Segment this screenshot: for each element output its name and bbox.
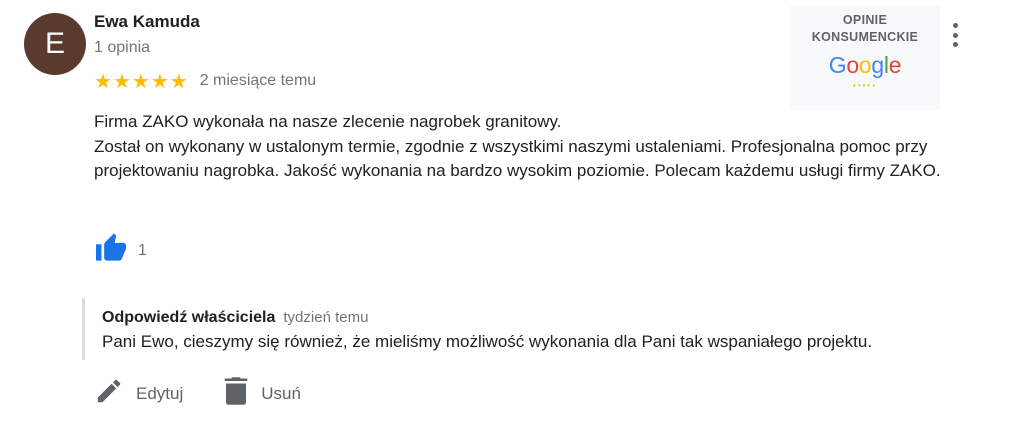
review-text: Firma ZAKO wykonała na nasze zlecenie na… (94, 110, 974, 184)
pencil-icon (94, 376, 124, 411)
reply-text: Pani Ewo, cieszymy się również, że mieli… (102, 332, 873, 351)
reviewer-name[interactable]: Ewa Kamuda (94, 12, 200, 32)
edit-label: Edytuj (136, 383, 184, 403)
star-icon: ★ (112, 69, 131, 93)
like-button[interactable]: 1 (94, 232, 147, 267)
consumer-reviews-badge: OPINIE KONSUMENCKIE Google ••••• (790, 6, 940, 110)
like-count: 1 (138, 241, 147, 259)
star-icon: ★ (94, 69, 112, 93)
badge-title: OPINIE KONSUMENCKIE (790, 12, 940, 46)
more-options-icon[interactable] (944, 20, 966, 50)
star-icon: ★ (131, 69, 150, 93)
review-count: 1 opinia (94, 39, 151, 56)
star-rating: ★ ★ ★ ★ ★ (94, 71, 188, 91)
badge-dots: ••••• (852, 81, 877, 90)
star-icon: ★ (150, 69, 169, 93)
owner-reply: Odpowiedź właściciela tydzień temu Pani … (82, 298, 1002, 360)
delete-label: Usuń (261, 383, 301, 403)
edit-button[interactable]: Edytuj (94, 376, 183, 411)
review-text-line2: Został on wykonany w ustalonym termie, z… (94, 136, 941, 181)
rating-row: ★ ★ ★ ★ ★ 2 miesiące temu (94, 71, 316, 91)
review-date: 2 miesiące temu (199, 72, 317, 89)
reply-date: tydzień temu (283, 309, 369, 326)
avatar[interactable]: E (24, 13, 86, 75)
star-icon: ★ (169, 69, 188, 93)
delete-button[interactable]: Usuń (223, 376, 301, 411)
badge-title-line2: KONSUMENCKIE (811, 30, 919, 44)
trash-icon (223, 376, 249, 411)
reply-actions: Edytuj Usuń (94, 376, 341, 411)
google-logo: Google (828, 52, 902, 78)
reply-owner-label: Odpowiedź właściciela (102, 309, 276, 326)
review-text-line1: Firma ZAKO wykonała na nasze zlecenie na… (94, 112, 562, 131)
thumbs-up-icon (94, 232, 128, 267)
badge-title-line1: OPINIE (842, 13, 888, 27)
